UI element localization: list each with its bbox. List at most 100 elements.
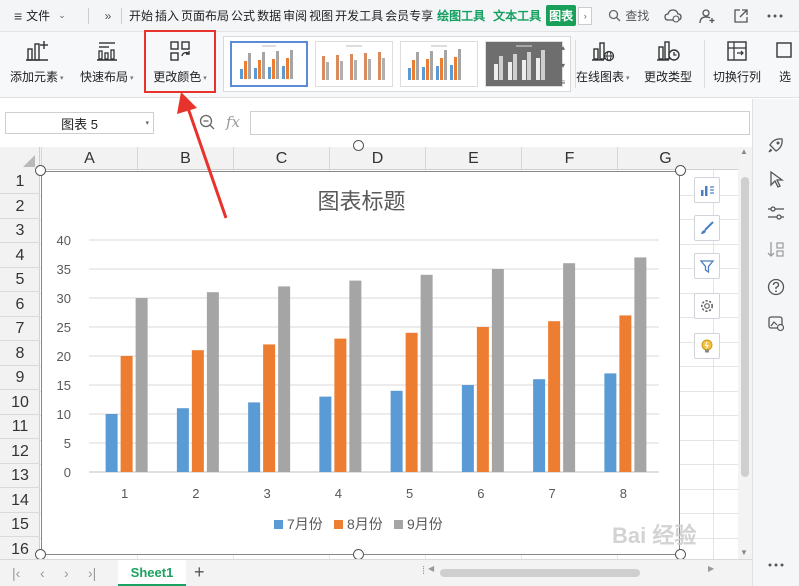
chart-tips-button[interactable] [694,333,720,359]
divider [88,7,89,24]
sheet-tab[interactable]: Sheet1 [118,560,186,586]
tab-member[interactable]: 会员专享 [384,7,434,24]
horizontal-scrollbar[interactable]: ◀ ▶ [428,564,718,580]
row-header-5[interactable]: 5 [0,268,40,292]
file-menu-label: 文件 [26,9,51,23]
scroll-down-icon[interactable]: ▼ [740,548,748,557]
spreadsheet-grid[interactable]: ABCDEFG 1 2 3 4 5 6 7 8 9 10 11 12 13 14 15 16 图表标题 051… [0,147,738,559]
chart-style-thumb[interactable] [315,41,393,87]
row-header-3[interactable]: 3 [0,219,40,243]
export-icon[interactable] [731,6,751,26]
row-header-6[interactable]: 6 [0,293,40,317]
more-icon[interactable] [765,6,785,26]
chart-style-thumb[interactable] [230,41,308,87]
row-header-10[interactable]: 10 [0,391,40,415]
column-header-g[interactable]: G [617,147,713,170]
tab-drawing-tools[interactable]: 绘图工具 [436,7,486,24]
row-header-14[interactable]: 14 [0,489,40,513]
double-chevron-icon[interactable]: » [95,9,121,23]
search-button[interactable]: 查找 [608,7,649,24]
change-type-label: 更改类型 [644,70,693,84]
vertical-scrollbar[interactable]: ▲ ▼ [738,147,752,559]
chart-style-thumb[interactable] [485,41,563,87]
scroll-right-icon[interactable]: ▶ [708,564,714,573]
column-header-c[interactable]: C [233,147,329,170]
row-header-11[interactable]: 11 [0,415,40,439]
file-menu[interactable]: ≡ 文件 ⌄ [0,7,82,24]
chart-elements-button[interactable] [694,177,720,203]
first-sheet-icon[interactable]: |‹ [12,565,20,581]
row-header-15[interactable]: 15 [0,513,40,537]
bar-1-8 [604,373,617,472]
tab-view[interactable]: 视图 [308,7,334,24]
tab-data[interactable]: 数据 [256,7,282,24]
share-user-icon[interactable] [697,6,717,26]
resize-handle[interactable] [675,165,686,176]
sliders-icon[interactable] [766,203,786,223]
tab-developer[interactable]: 开发工具 [334,7,384,24]
row-header-2[interactable]: 2 [0,195,40,219]
scroll-up-icon[interactable]: ▲ [740,147,748,156]
switch-row-col-button[interactable]: 切换行列 [713,38,761,85]
column-header-e[interactable]: E [425,147,521,170]
row-header-8[interactable]: 8 [0,342,40,366]
legend-swatch [394,520,403,529]
image-settings-icon[interactable] [766,313,786,333]
chart-style-thumb[interactable] [400,41,478,87]
scroll-thumb[interactable] [741,177,749,477]
bar-1-2 [176,408,189,472]
next-sheet-icon[interactable]: › [64,565,69,581]
resize-handle[interactable] [353,140,364,151]
chart[interactable]: 图表标题 0 5 10 15 20 25 30 35 40 1 2 3 4 5 6 7 8 7月份 8月份 9月份 [41,171,680,555]
add-element-button[interactable]: 添加元素 ▾ [10,38,64,85]
row-header-13[interactable]: 13 [0,464,40,488]
tab-review[interactable]: 审阅 [282,7,308,24]
scroll-left-icon[interactable]: ◀ [428,564,434,573]
tabs-scroll-button[interactable]: › [578,6,593,25]
row-header-4[interactable]: 4 [0,244,40,268]
column-header-b[interactable]: B [137,147,233,170]
chart-settings-button[interactable] [694,293,720,319]
online-chart-button[interactable]: 在线图表 ▾ [576,38,630,85]
row-header-7[interactable]: 7 [0,317,40,341]
chart-style-button[interactable] [694,215,720,241]
row-header-1[interactable]: 1 [0,170,40,194]
prev-sheet-icon[interactable]: ‹ [40,565,45,581]
select-button[interactable]: 选 [772,38,798,85]
select-all-corner[interactable] [0,147,40,170]
quick-layout-button[interactable]: 快速布局 ▾ [80,38,134,85]
row-header-16[interactable]: 16 [0,538,40,560]
more-icon[interactable] [766,555,786,575]
resize-handle[interactable] [35,165,46,176]
tab-insert[interactable]: 插入 [154,7,180,24]
gallery-scroll[interactable]: ▴ ▾ ≡ [558,43,568,87]
tab-chart[interactable]: 图表 [546,5,577,26]
chart-filter-button[interactable] [694,253,720,279]
help-icon[interactable] [766,277,786,297]
zoom-icon[interactable] [199,114,215,133]
fx-icon[interactable]: fx [226,113,240,131]
change-color-button[interactable]: 更改颜色 ▾ [144,30,216,93]
tab-formulas[interactable]: 公式 [230,7,256,24]
formula-input[interactable] [250,111,750,135]
last-sheet-icon[interactable]: ›| [88,565,96,581]
tab-text-tools[interactable]: 文本工具 [492,7,542,24]
sort-icon[interactable] [766,239,786,259]
column-header-a[interactable]: A [41,147,137,170]
rocket-icon[interactable] [766,135,786,155]
split-handle-icon[interactable]: ⁞ [422,565,425,577]
cloud-sync-icon[interactable] [663,6,683,26]
add-sheet-icon[interactable]: + [194,562,205,583]
row-header-12[interactable]: 12 [0,440,40,464]
column-header-d[interactable]: D [329,147,425,170]
row-header-9[interactable]: 9 [0,366,40,390]
column-header-f[interactable]: F [521,147,617,170]
change-type-button[interactable]: 更改类型 [644,38,692,85]
name-box[interactable]: 图表 5 ▾ [5,112,154,134]
scroll-thumb[interactable] [440,569,640,577]
cursor-icon[interactable] [766,169,786,189]
tab-page-layout[interactable]: 页面布局 [180,7,230,24]
x-tick-label: 4 [335,486,342,501]
sheet-tabs-bar: |‹ ‹ › ›| Sheet1 + ⁞ ◀ ▶ [0,559,752,586]
tab-home[interactable]: 开始 [128,7,154,24]
